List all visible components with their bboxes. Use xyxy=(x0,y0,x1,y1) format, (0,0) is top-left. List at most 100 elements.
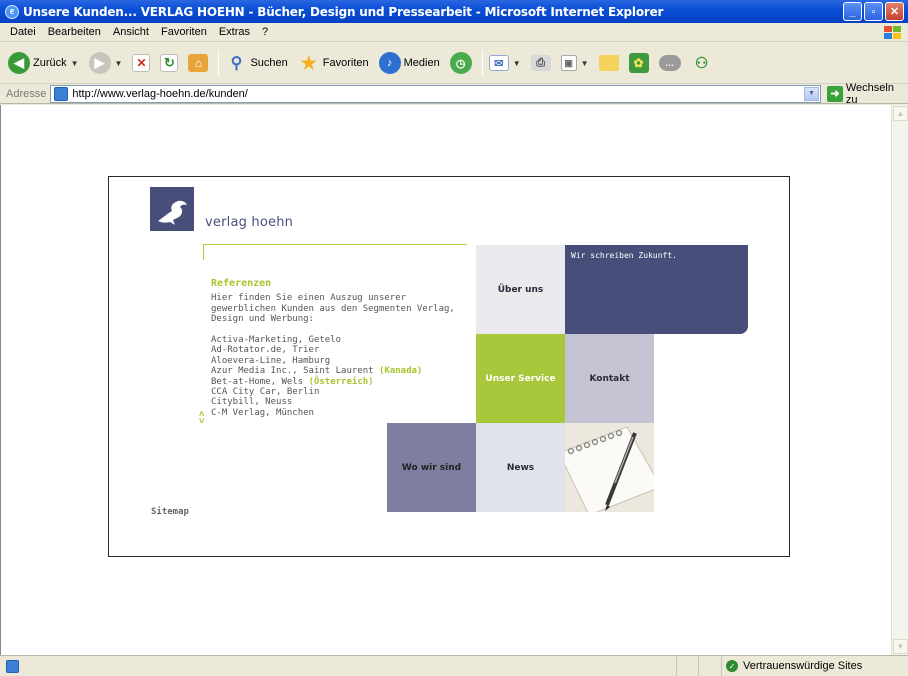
print-button[interactable]: ⎙ xyxy=(530,55,551,71)
menu-extras[interactable]: Extras xyxy=(213,26,256,38)
mail-button[interactable]: ✉ ▼ xyxy=(488,55,521,71)
window-title: Unsere Kunden... VERLAG HOEHN - Bücher, … xyxy=(23,4,664,19)
ie-logo-icon: e xyxy=(5,4,19,19)
zone-label: Vertrauenswürdige Sites xyxy=(743,660,863,672)
favorites-label: Favoriten xyxy=(322,57,369,69)
toolbar: ◀ Zurück ▼ ▶ ▼ ✕ ↻ ⌂ ⚲ Suchen ★ Favorite… xyxy=(0,43,908,84)
chevron-down-icon[interactable]: ▼ xyxy=(115,59,123,68)
browser-viewport: verlag hoehn Referenzen Hier finden Sie … xyxy=(0,105,908,655)
accent-line xyxy=(203,244,204,260)
scroll-down-icon[interactable]: ▼ xyxy=(893,639,908,654)
go-arrow-icon: ➜ xyxy=(827,85,843,102)
media-button[interactable]: ♪ Medien xyxy=(378,52,440,74)
check-icon: ✓ xyxy=(726,660,738,672)
address-bar: Adresse http://www.verlag-hoehn.de/kunde… xyxy=(0,82,908,106)
back-arrow-icon: ◀ xyxy=(8,52,30,74)
menu-bar: Datei Bearbeiten Ansicht Favoriten Extra… xyxy=(0,23,908,42)
close-button[interactable]: ✕ xyxy=(885,2,904,21)
list-item: Citybill, Neuss xyxy=(211,397,293,408)
menu-ansicht[interactable]: Ansicht xyxy=(107,26,155,38)
flower-icon: ✿ xyxy=(628,53,649,73)
list-item: Ad-Rotator.de, Trier xyxy=(211,345,320,356)
stop-button[interactable]: ✕ xyxy=(132,54,151,72)
chevron-down-icon[interactable]: ▼ xyxy=(71,59,79,68)
home-button[interactable]: ⌂ xyxy=(188,54,209,72)
notebook-pen-image xyxy=(565,423,654,512)
address-input[interactable]: http://www.verlag-hoehn.de/kunden/ ▼ xyxy=(50,84,821,103)
scroll-up-icon[interactable]: ▲ xyxy=(893,106,908,121)
go-button[interactable]: ➜ Wechseln zu xyxy=(827,82,908,106)
forward-button[interactable]: ▶ ▼ xyxy=(88,52,123,74)
tile-wo-wir-sind[interactable]: Wo wir sind xyxy=(387,423,476,512)
media-label: Medien xyxy=(403,57,440,69)
vertical-scrollbar[interactable]: ▲ ▼ xyxy=(891,105,908,655)
messenger-icon: ⚇ xyxy=(694,55,709,72)
menu-help[interactable]: ? xyxy=(256,26,274,38)
edit-page-icon: ▣ xyxy=(560,55,577,71)
tile-kontakt[interactable]: Kontakt xyxy=(565,334,654,423)
references-title: Referenzen xyxy=(211,278,272,289)
references-list: Activa-Marketing, Getelo Ad-Rotator.de, … xyxy=(211,335,471,417)
folder-button[interactable] xyxy=(598,55,619,71)
tile-news[interactable]: News xyxy=(476,423,565,512)
status-bar: ✓ Vertrauenswürdige Sites xyxy=(0,655,908,676)
home-icon: ⌂ xyxy=(188,54,209,72)
tile-unser-service[interactable]: Unser Service xyxy=(476,334,565,423)
menu-bearbeiten[interactable]: Bearbeiten xyxy=(42,26,107,38)
address-url: http://www.verlag-hoehn.de/kunden/ xyxy=(72,87,248,100)
page-status-icon xyxy=(6,659,19,673)
search-icon: ⚲ xyxy=(230,55,243,72)
brand-name: verlag hoehn xyxy=(205,215,294,230)
list-item: CCA City Car, Berlin xyxy=(211,387,320,398)
list-item: Activa-Marketing, Getelo xyxy=(211,335,342,345)
tile-ueber-uns[interactable]: Über uns xyxy=(476,245,565,334)
menu-datei[interactable]: Datei xyxy=(4,26,42,38)
go-label: Wechseln zu xyxy=(845,81,894,106)
toolbar-separator xyxy=(481,50,483,76)
search-label: Suchen xyxy=(250,57,288,69)
edit-button[interactable]: ▣ ▼ xyxy=(560,55,589,71)
toolbar-separator xyxy=(218,50,220,76)
list-item: Bet-at-Home, Wels (Österreich) xyxy=(211,376,374,387)
chevron-down-icon[interactable]: ▼ xyxy=(581,59,589,68)
list-item: C-M Verlag, München xyxy=(211,407,314,417)
history-button[interactable]: ◷ xyxy=(449,52,472,74)
stop-icon: ✕ xyxy=(132,54,151,72)
history-icon: ◷ xyxy=(449,52,472,74)
back-button[interactable]: ◀ Zurück ▼ xyxy=(8,52,79,74)
references-intro: Hier finden Sie einen Auszug unserer gew… xyxy=(211,293,455,324)
minimize-button[interactable]: _ xyxy=(843,2,862,21)
star-icon: ★ xyxy=(300,52,317,73)
list-item: Aloevera-Line, Hamburg xyxy=(211,355,331,366)
windows-flag-icon xyxy=(882,25,902,41)
accent-line xyxy=(203,244,467,245)
refresh-icon: ↻ xyxy=(160,54,179,72)
eagle-logo-icon xyxy=(150,187,194,231)
flower-button[interactable]: ✿ xyxy=(628,53,649,73)
media-icon: ♪ xyxy=(378,52,401,74)
address-label: Adresse xyxy=(6,87,47,100)
scroll-arrows-icon[interactable]: ˄ ˅ xyxy=(199,410,204,426)
sitemap-link[interactable]: Sitemap xyxy=(151,507,189,517)
menu-favoriten[interactable]: Favoriten xyxy=(155,26,213,38)
mail-icon: ✉ xyxy=(488,55,509,71)
list-item: Azur Media Inc., Saint Laurent (Kanada) xyxy=(211,366,423,377)
maximize-button[interactable]: ▫ xyxy=(864,2,883,21)
security-zone[interactable]: ✓ Vertrauenswürdige Sites xyxy=(721,656,908,676)
chevron-down-icon[interactable]: ▼ xyxy=(804,86,819,101)
forward-arrow-icon: ▶ xyxy=(88,52,111,74)
refresh-button[interactable]: ↻ xyxy=(160,54,179,72)
status-panels xyxy=(676,656,720,676)
title-bar: e Unsere Kunden... VERLAG HOEHN - Bücher… xyxy=(0,0,908,23)
print-icon: ⎙ xyxy=(530,55,551,71)
folder-icon xyxy=(598,55,619,71)
messenger-button[interactable]: ⚇ xyxy=(691,52,713,74)
chevron-down-icon[interactable]: ▼ xyxy=(513,59,521,68)
discuss-button[interactable]: … xyxy=(658,55,681,71)
speech-bubble-icon: … xyxy=(658,55,681,71)
website-frame: verlag hoehn Referenzen Hier finden Sie … xyxy=(108,176,790,557)
back-label: Zurück xyxy=(33,57,67,69)
page-icon xyxy=(54,86,69,101)
search-button[interactable]: ⚲ Suchen xyxy=(225,52,288,74)
favorites-button[interactable]: ★ Favoriten xyxy=(298,52,369,74)
